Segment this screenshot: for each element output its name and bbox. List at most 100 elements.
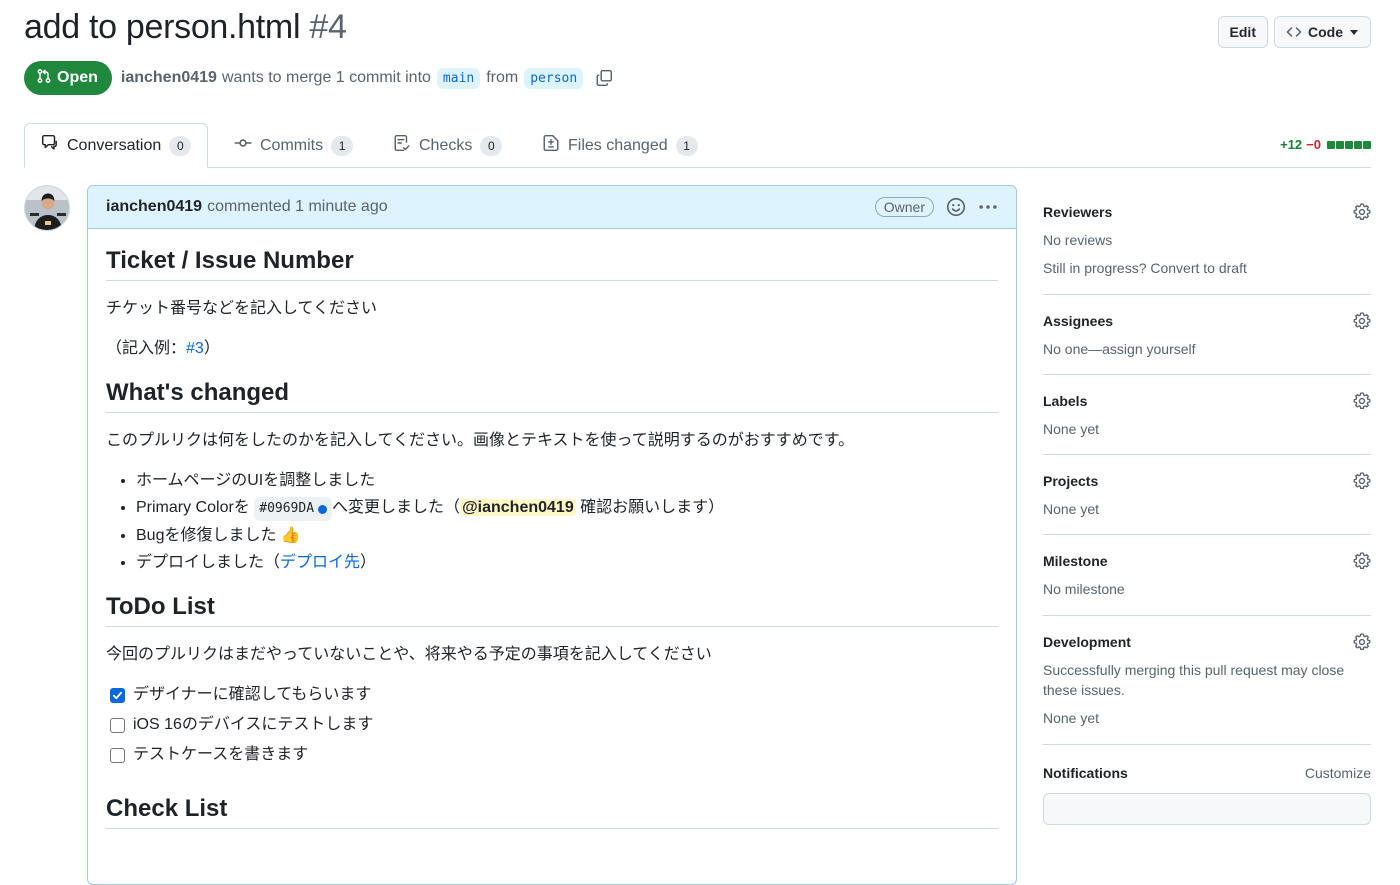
sidebar-development: Development Successfully merging this pu… <box>1043 616 1371 745</box>
list-item: デプロイしました（デプロイ先） <box>136 551 998 575</box>
pr-description-comment: ianchen0419 commented 1 minute ago Owner… <box>87 185 1017 885</box>
copy-icon[interactable] <box>595 69 613 87</box>
commit-icon <box>234 134 252 157</box>
sidebar-text: None yet <box>1043 710 1100 727</box>
owner-badge: Owner <box>874 197 934 217</box>
tab-commits[interactable]: Commits 1 <box>218 123 369 168</box>
sidebar-reviewers: Reviewers No reviews Still in progress? … <box>1043 190 1371 295</box>
issue-link[interactable]: #3 <box>186 340 204 357</box>
head-branch[interactable]: person <box>524 67 584 89</box>
sidebar-title: Assignees <box>1043 312 1114 329</box>
task-checkbox[interactable] <box>110 687 125 703</box>
sidebar-text: None yet <box>1043 420 1100 437</box>
comment-action: commented <box>207 198 291 215</box>
sidebar-heading[interactable]: Milestone <box>1043 551 1371 571</box>
kebab-horizontal-icon[interactable] <box>978 197 998 217</box>
color-code-text: #0969DA <box>259 501 315 517</box>
sidebar-title: Projects <box>1043 473 1099 490</box>
pr-number: #4 <box>309 8 347 46</box>
task-list: デザイナーに確認してもらいます iOS 16のデバイスにテストします テストケー… <box>106 683 998 767</box>
avatar[interactable] <box>24 185 70 231</box>
diffstat-additions: +12 <box>1280 137 1303 152</box>
base-branch[interactable]: main <box>436 67 481 89</box>
task-checkbox[interactable] <box>110 717 125 733</box>
task-item: iOS 16のデバイスにテストします <box>110 713 998 737</box>
sidebar-assignees: Assignees No one—assign yourself <box>1043 295 1371 375</box>
sidebar-heading[interactable]: Labels <box>1043 391 1371 411</box>
task-item: テストケースを書きます <box>110 743 998 767</box>
sidebar-projects: Projects None yet <box>1043 455 1371 536</box>
deploy-link[interactable]: デプロイ先 <box>280 554 360 571</box>
task-label: デザイナーに確認してもらいます <box>133 686 372 704</box>
diffstat-deletions: −0 <box>1306 137 1321 152</box>
code-button-label: Code <box>1308 24 1343 40</box>
comment-header: ianchen0419 commented 1 minute ago Owner <box>88 186 1016 229</box>
edit-button-label: Edit <box>1229 24 1256 40</box>
convert-to-draft-link[interactable]: Still in progress? Convert to draft <box>1043 260 1247 276</box>
pr-tabs: Conversation 0 Commits 1 Checks 0 Files … <box>24 123 1371 168</box>
diffstat-blocks <box>1327 140 1371 149</box>
tab-label: Checks <box>419 136 473 154</box>
tab-counter: 0 <box>480 135 503 156</box>
git-pull-request-icon <box>36 68 52 89</box>
tab-files-changed[interactable]: Files changed 1 <box>526 123 714 168</box>
diffstat-block <box>1354 140 1362 149</box>
list-item-text: 確認お願いします） <box>580 499 725 517</box>
sidebar-heading[interactable]: Assignees <box>1043 311 1371 331</box>
subscribe-button[interactable] <box>1043 792 1371 825</box>
heading-ticket: Ticket / Issue Number <box>106 245 998 282</box>
sidebar-notifications: Notifications Customize <box>1043 745 1371 825</box>
comment-author[interactable]: ianchen0419 <box>106 198 202 216</box>
task-label: iOS 16のデバイスにテストします <box>133 716 374 734</box>
color-code: #0969DA <box>254 497 333 521</box>
diffstat-block <box>1336 140 1344 149</box>
sidebar-heading[interactable]: Development <box>1043 632 1371 652</box>
heading-todo: ToDo List <box>106 591 998 628</box>
user-mention[interactable]: @ianchen0419 <box>460 499 576 517</box>
tab-label: Commits <box>260 136 324 154</box>
gear-icon[interactable] <box>1353 552 1371 570</box>
changed-instruction: このプルリクは何をしたのかを記入してください。画像とテキストを使って説明するのが… <box>106 432 855 450</box>
gear-icon[interactable] <box>1353 472 1371 490</box>
sidebar-text: No reviews <box>1043 232 1113 248</box>
changes-list: ホームページのUIを調整しました Primary Colorを #0969DA へ… <box>106 469 998 575</box>
ticket-instruction: チケット番号などを記入してください <box>106 300 378 318</box>
heading-check-list: Check List <box>106 793 998 830</box>
convert-draft-wrap: Still in progress? Convert to draft <box>1043 258 1371 278</box>
sidebar-text: None yet <box>1043 501 1100 518</box>
sidebar-heading[interactable]: Projects <box>1043 471 1371 491</box>
pr-meta: Open ianchen0419 wants to merge 1 commit… <box>24 61 613 95</box>
tab-label: Files changed <box>568 136 668 154</box>
list-item: Primary Colorを #0969DA へ変更しました（@ianchen04… <box>136 496 998 521</box>
gear-icon[interactable] <box>1353 633 1371 651</box>
state-label: Open <box>57 69 98 86</box>
list-item: Bugを修復しました 👍 <box>136 524 998 548</box>
assign-yourself-link[interactable]: No one—assign yourself <box>1043 339 1371 359</box>
list-item-text: へ変更しました（ <box>332 499 461 517</box>
tab-conversation[interactable]: Conversation 0 <box>24 123 209 168</box>
customize-link[interactable]: Customize <box>1305 765 1371 781</box>
sidebar-title: Milestone <box>1043 553 1108 570</box>
sidebar-milestone: Milestone No milestone <box>1043 535 1371 616</box>
gear-icon[interactable] <box>1353 311 1371 330</box>
list-item-text: デプロイしました（ <box>136 553 281 571</box>
code-button[interactable]: Code <box>1274 16 1371 48</box>
task-checkbox[interactable] <box>110 747 125 763</box>
diffstat[interactable]: +12 −0 <box>1280 137 1371 152</box>
comment-body: Ticket / Issue Number チケット番号などを記入してください … <box>88 229 1016 830</box>
tab-counter: 1 <box>675 135 698 156</box>
tab-checks[interactable]: Checks 0 <box>377 123 518 168</box>
list-item: ホームページのUIを調整しました <box>136 469 998 493</box>
sidebar-heading[interactable]: Reviewers <box>1043 202 1371 222</box>
comment-time[interactable]: 1 minute ago <box>295 198 388 216</box>
ticket-example-suffix: ） <box>203 340 220 358</box>
gear-icon[interactable] <box>1353 392 1371 410</box>
smiley-icon[interactable] <box>946 197 966 217</box>
author-link[interactable]: ianchen0419 <box>121 69 217 87</box>
gear-icon[interactable] <box>1353 203 1371 221</box>
edit-button[interactable]: Edit <box>1217 16 1268 48</box>
diffstat-block <box>1363 140 1371 149</box>
tab-label: Conversation <box>67 136 162 154</box>
sidebar-title: Labels <box>1043 392 1088 409</box>
comment-icon <box>41 134 59 157</box>
